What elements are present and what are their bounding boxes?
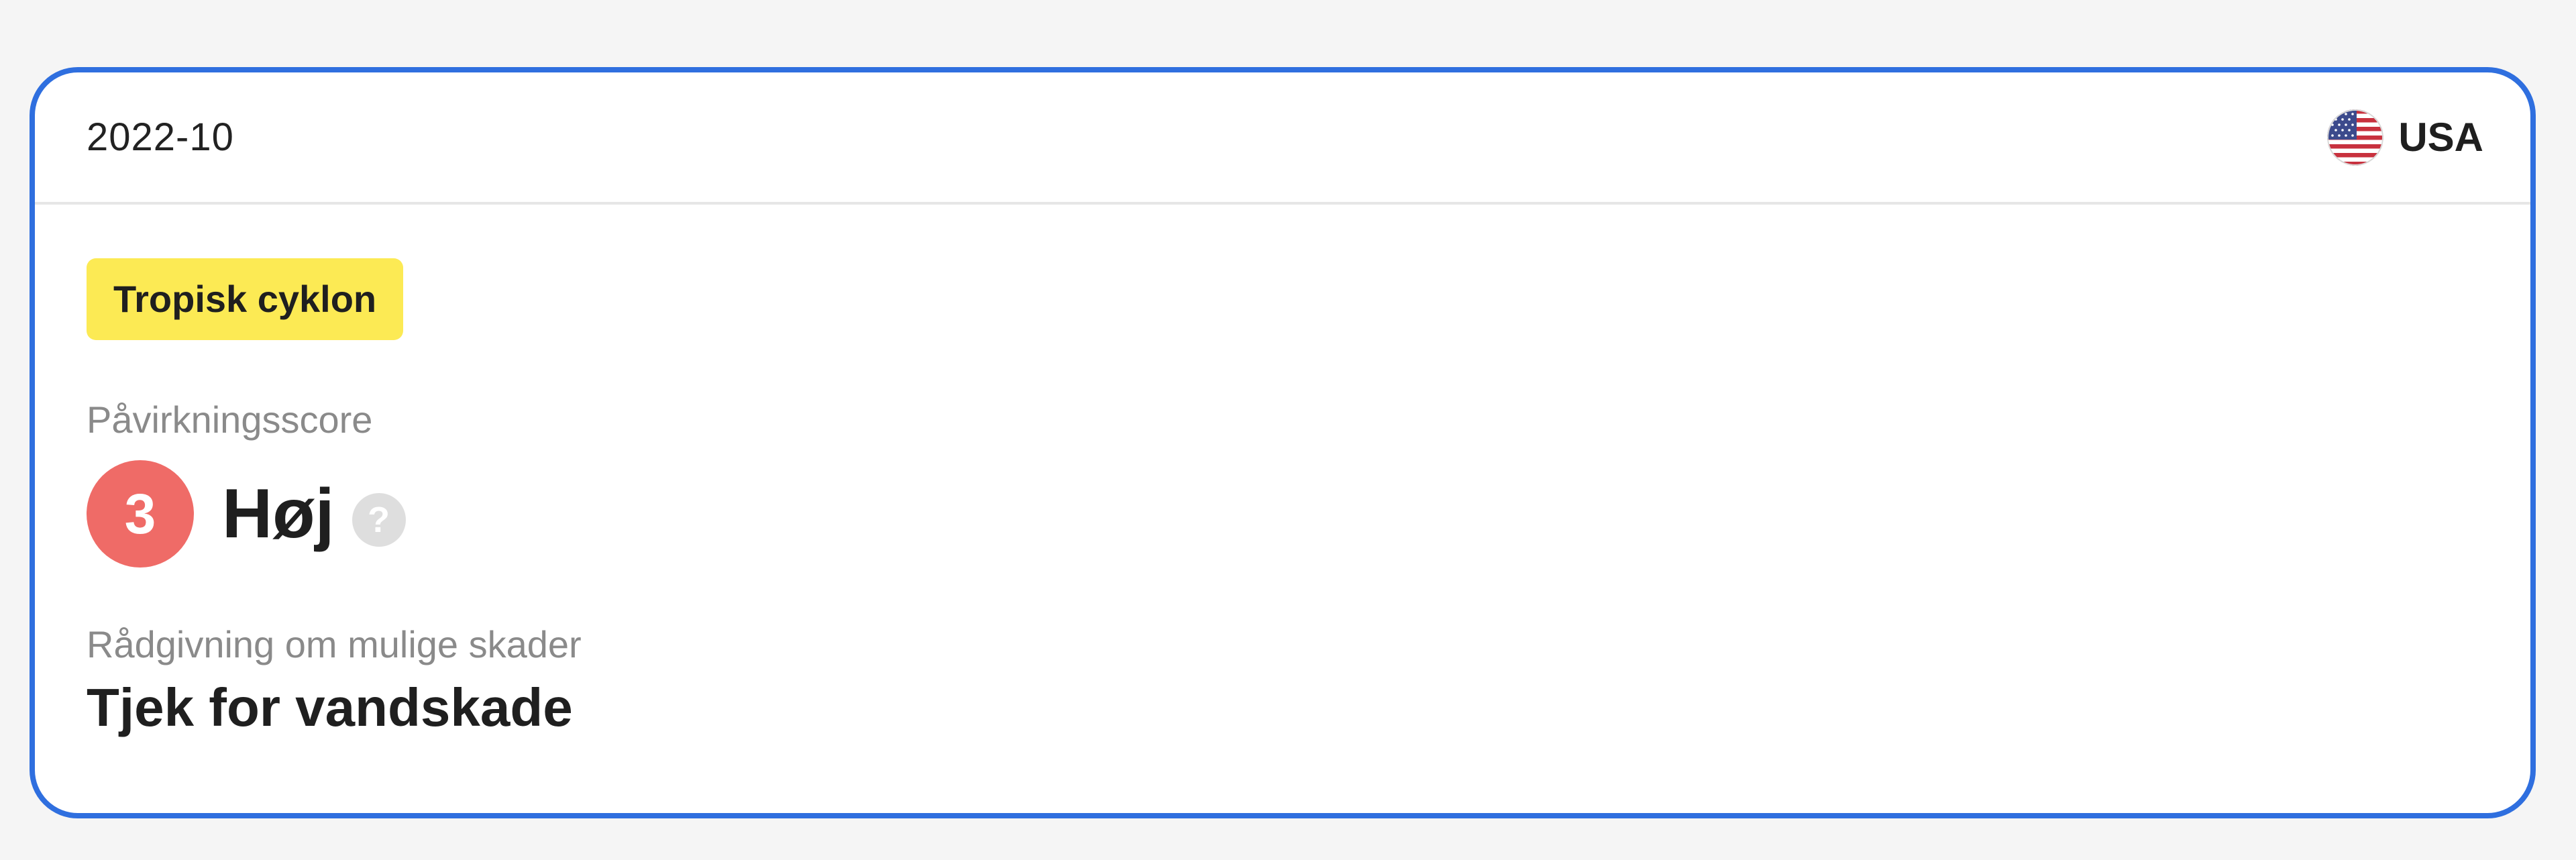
damage-advice-text: Tjek for vandskade (87, 678, 573, 737)
help-icon[interactable]: ? (352, 493, 406, 547)
impact-score-badge: 3 (87, 460, 194, 568)
damage-advice-label: Rådgivning om mulige skader (87, 623, 582, 665)
impact-score-label: Påvirkningsscore (87, 398, 373, 441)
country-label: USA (2398, 115, 2483, 160)
event-card[interactable]: 2022-10 USA Tropisk cyklon Påvirkningssc… (30, 67, 2536, 818)
event-date: 2022-10 (87, 115, 234, 159)
event-type-tag: Tropisk cyklon (87, 258, 404, 340)
card-header: 2022-10 USA (35, 72, 2530, 205)
card-body: Tropisk cyklon Påvirkningsscore 3 Høj ? … (35, 205, 2530, 739)
country-indicator: USA (2327, 109, 2483, 166)
impact-score-row: 3 Høj ? (87, 460, 2479, 568)
us-flag-icon (2327, 109, 2384, 166)
impact-level: Høj (222, 474, 335, 553)
